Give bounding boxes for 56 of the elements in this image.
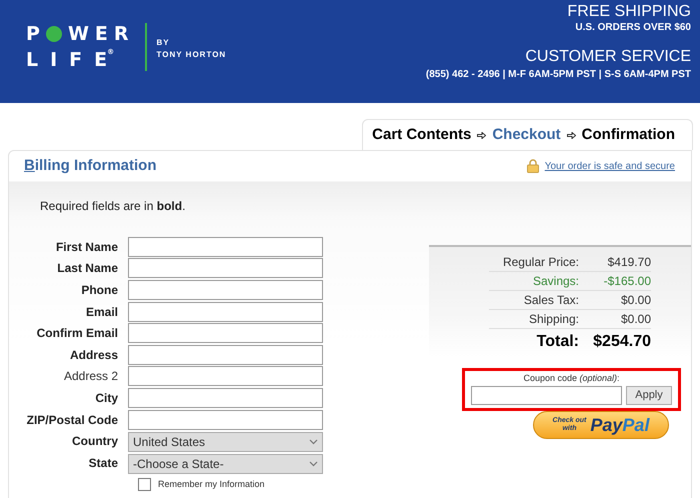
summary-value: -$165.00 — [602, 273, 651, 290]
field-label: Last Name — [56, 260, 119, 278]
dropdown-select[interactable]: United States — [128, 432, 323, 452]
summary-value: $0.00 — [620, 292, 651, 309]
promo-detail: U.S. ORDERS OVER $60 — [575, 22, 691, 34]
summary-label: Savings: — [532, 273, 579, 290]
logo-divider — [144, 23, 147, 71]
arrow-right-icon — [566, 132, 576, 138]
logo-byline: TONY HORTON — [156, 49, 226, 61]
field-label: Phone — [80, 282, 119, 299]
text-input[interactable] — [128, 410, 323, 430]
field-label: First Name — [54, 238, 119, 256]
remember-label: Remember my Information — [158, 478, 265, 491]
secure-order-link[interactable]: Your order is safe and secure — [544, 158, 675, 174]
field-label: Email — [84, 304, 119, 321]
field-label: Confirm Email — [36, 325, 119, 342]
summary-value: $0.00 — [620, 311, 651, 328]
text-input[interactable] — [128, 302, 323, 322]
required-note: Required fields are in bold. — [40, 198, 186, 215]
chevron-down-icon — [309, 460, 318, 467]
apply-button[interactable]: Apply — [626, 386, 672, 404]
summary-label: Regular Price: — [502, 254, 579, 271]
field-label: Address 2 — [62, 368, 119, 386]
text-input[interactable] — [128, 344, 323, 365]
summary-label: Sales Tax: — [522, 292, 579, 309]
text-input[interactable] — [128, 236, 323, 257]
coupon-label: Coupon code (optional): — [523, 372, 620, 385]
dropdown-select[interactable]: -Choose a State- — [128, 454, 323, 474]
field-label: Country — [71, 433, 119, 450]
text-input[interactable] — [128, 258, 323, 278]
field-label: State — [88, 454, 119, 472]
text-input[interactable] — [128, 280, 323, 300]
field-label: ZIP/Postal Code — [26, 412, 119, 429]
text-input[interactable] — [128, 388, 323, 408]
summary-label: Shipping: — [528, 311, 579, 328]
padlock-icon — [526, 159, 539, 173]
coupon-input[interactable] — [471, 386, 622, 404]
summary-label: Total: — [536, 332, 579, 352]
text-input[interactable] — [128, 323, 323, 344]
service-detail: (855) 462 - 2496 | M-F 6AM-5PM PST | S-S 6AM-4PM PST — [426, 69, 691, 81]
field-label: City — [94, 390, 119, 407]
breadcrumb-step: Confirmation — [582, 124, 675, 146]
field-label: Address — [68, 346, 119, 364]
summary-value: $254.70 — [592, 332, 651, 352]
promo-title: FREE SHIPPING — [567, 2, 691, 22]
remember-checkbox[interactable] — [138, 478, 151, 491]
summary-value: $419.70 — [606, 254, 651, 271]
service-title: CUSTOMER SERVICE — [525, 47, 691, 67]
breadcrumb-step: Checkout — [492, 124, 561, 146]
arrow-right-icon — [477, 132, 486, 138]
chevron-down-icon — [309, 439, 318, 446]
logo-byline: BY — [156, 37, 171, 49]
logo-wordmark: P WER — [26, 22, 135, 47]
panel-title: Billing Information — [24, 156, 156, 176]
breadcrumb-step: Cart Contents — [372, 124, 472, 146]
text-input[interactable] — [128, 366, 323, 386]
